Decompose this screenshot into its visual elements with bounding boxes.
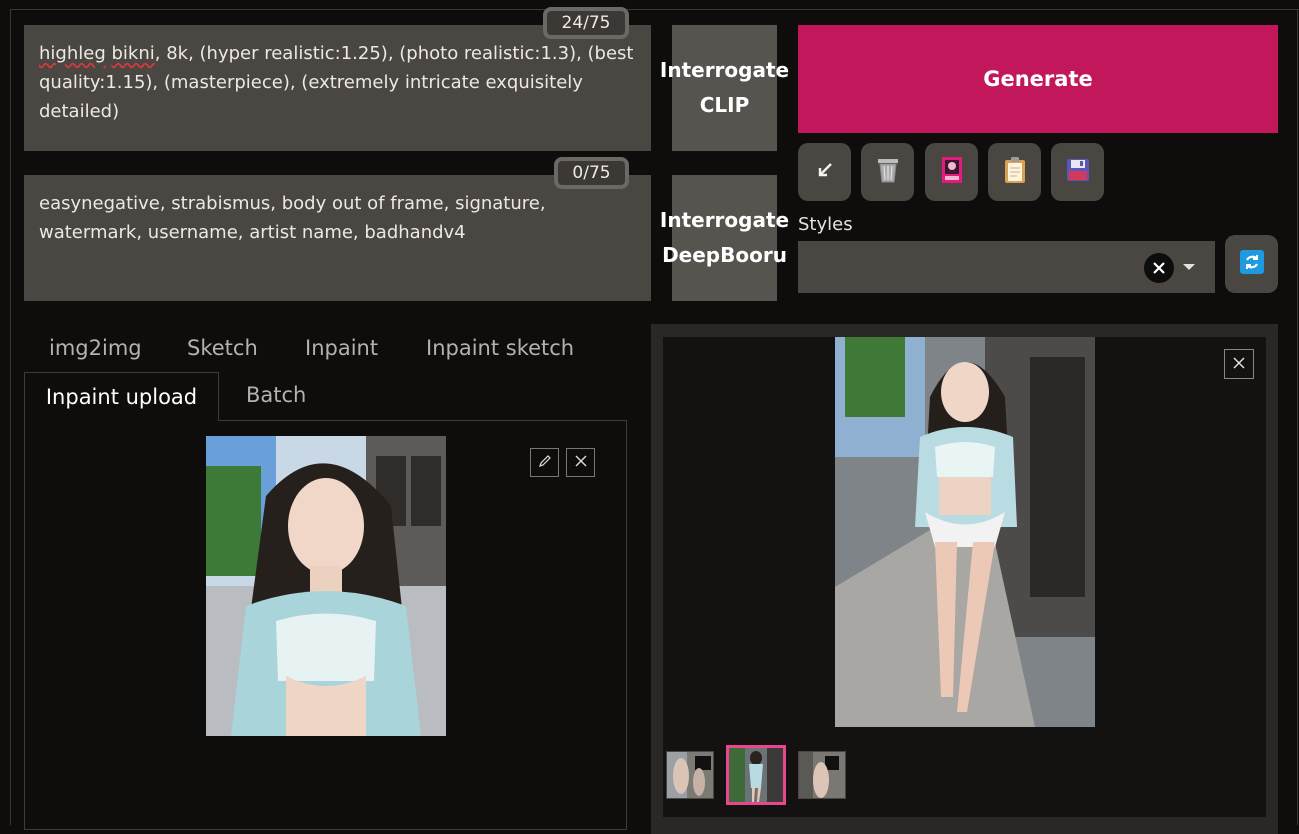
misspelled-word: highleg — [39, 43, 106, 64]
trash-icon — [875, 156, 901, 188]
gallery-thumbnail[interactable] — [798, 751, 846, 799]
frame-border-top — [10, 9, 1299, 10]
gallery-thumbnail[interactable] — [666, 751, 714, 799]
gallery-thumbnail-selected[interactable] — [726, 745, 786, 805]
positive-token-counter: 24/75 — [543, 7, 629, 39]
output-image[interactable] — [835, 337, 1095, 727]
positive-prompt-textarea[interactable]: highleg bikni, 8k, (hyper realistic:1.25… — [24, 25, 651, 151]
apply-style-button[interactable] — [988, 143, 1041, 201]
image-icon — [941, 156, 963, 188]
inpaint-upload-panel — [24, 420, 627, 830]
read-params-button[interactable] — [798, 143, 851, 201]
negative-prompt-textarea[interactable]: easynegative, strabismus, body out of fr… — [24, 175, 651, 301]
clear-icon[interactable] — [1144, 253, 1174, 283]
tab-batch[interactable]: Batch — [246, 383, 306, 407]
tab-inpaint-sketch[interactable]: Inpaint sketch — [426, 336, 574, 360]
save-style-button[interactable] — [1051, 143, 1104, 201]
arrow-down-left-icon — [814, 159, 836, 185]
tab-inpaint-upload[interactable]: Inpaint upload — [24, 372, 219, 421]
chevron-down-icon[interactable] — [1183, 264, 1195, 270]
tab-inpaint[interactable]: Inpaint — [305, 336, 378, 360]
interrogate-clip-button[interactable]: Interrogate CLIP — [660, 25, 789, 151]
tab-sketch[interactable]: Sketch — [187, 336, 258, 360]
styles-label: Styles — [798, 214, 853, 235]
edit-image-button[interactable] — [530, 448, 559, 477]
negative-token-counter: 0/75 — [554, 157, 629, 189]
generate-label: Generate — [983, 67, 1093, 91]
close-icon — [1232, 355, 1246, 374]
frame-border-left — [10, 9, 11, 825]
tab-img2img[interactable]: img2img — [49, 336, 142, 360]
refresh-styles-button[interactable] — [1225, 235, 1278, 293]
misspelled-word: bikni — [111, 43, 155, 64]
generate-button[interactable]: Generate — [798, 25, 1278, 133]
close-preview-button[interactable] — [1224, 349, 1254, 379]
refresh-icon — [1239, 250, 1264, 278]
frame-border-right — [1297, 9, 1298, 825]
interrogate-clip-label-2: CLIP — [699, 93, 750, 117]
extra-networks-button[interactable] — [925, 143, 978, 201]
interrogate-deepbooru-button[interactable]: Interrogate DeepBooru — [660, 175, 789, 301]
interrogate-deepbooru-label-2: DeepBooru — [662, 243, 787, 267]
styles-dropdown[interactable] — [798, 241, 1215, 293]
clear-prompt-button[interactable] — [861, 143, 914, 201]
interrogate-deepbooru-label-1: Interrogate — [659, 208, 790, 232]
negative-prompt-text: easynegative, strabismus, body out of fr… — [39, 193, 546, 243]
interrogate-clip-label-1: Interrogate — [659, 58, 790, 82]
save-icon — [1066, 158, 1090, 186]
remove-image-button[interactable] — [566, 448, 595, 477]
close-icon — [574, 453, 588, 472]
source-image[interactable] — [206, 436, 446, 736]
pencil-icon — [538, 453, 552, 472]
clipboard-icon — [1003, 156, 1027, 188]
